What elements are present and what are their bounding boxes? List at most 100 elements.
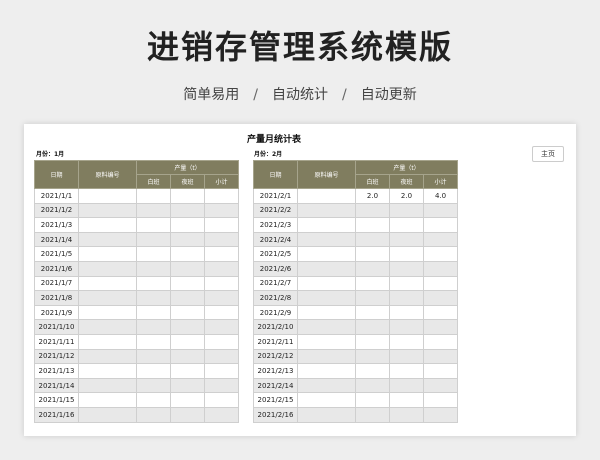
day-shift-cell[interactable] bbox=[136, 290, 171, 306]
material-code-cell[interactable] bbox=[78, 348, 137, 365]
subtotal-cell[interactable] bbox=[203, 304, 240, 321]
date-cell[interactable]: 2021/1/8 bbox=[34, 290, 79, 306]
night-shift-cell[interactable] bbox=[389, 260, 424, 277]
day-shift-cell[interactable] bbox=[355, 348, 390, 365]
day-shift-cell[interactable] bbox=[136, 377, 171, 394]
material-code-cell[interactable] bbox=[297, 188, 356, 204]
material-code-cell[interactable] bbox=[297, 260, 356, 277]
subtotal-cell[interactable] bbox=[203, 275, 240, 292]
date-cell[interactable]: 2021/1/10 bbox=[34, 319, 79, 335]
day-shift-cell[interactable] bbox=[136, 392, 171, 408]
subtotal-cell[interactable] bbox=[203, 406, 240, 423]
day-shift-cell[interactable] bbox=[136, 202, 171, 219]
material-code-cell[interactable] bbox=[297, 202, 356, 219]
subtotal-cell[interactable] bbox=[422, 333, 459, 350]
date-cell[interactable]: 2021/2/14 bbox=[253, 377, 298, 394]
night-shift-cell[interactable] bbox=[389, 304, 424, 321]
night-shift-cell[interactable] bbox=[389, 319, 424, 335]
day-shift-cell[interactable] bbox=[355, 260, 390, 277]
night-shift-cell[interactable] bbox=[389, 333, 424, 350]
date-cell[interactable]: 2021/1/3 bbox=[34, 217, 79, 233]
material-code-cell[interactable] bbox=[78, 231, 137, 248]
material-code-cell[interactable] bbox=[78, 304, 137, 321]
subtotal-cell[interactable] bbox=[203, 392, 240, 408]
day-shift-cell[interactable] bbox=[136, 260, 171, 277]
material-code-cell[interactable] bbox=[297, 333, 356, 350]
material-code-cell[interactable] bbox=[297, 348, 356, 365]
material-code-cell[interactable] bbox=[297, 217, 356, 233]
material-code-cell[interactable] bbox=[78, 392, 137, 408]
material-code-cell[interactable] bbox=[78, 275, 137, 292]
day-shift-cell[interactable] bbox=[355, 202, 390, 219]
night-shift-cell[interactable] bbox=[170, 231, 205, 248]
night-shift-cell[interactable] bbox=[170, 290, 205, 306]
night-shift-cell[interactable] bbox=[389, 246, 424, 262]
material-code-cell[interactable] bbox=[297, 231, 356, 248]
material-code-cell[interactable] bbox=[78, 290, 137, 306]
night-shift-cell[interactable] bbox=[170, 202, 205, 219]
subtotal-cell[interactable] bbox=[422, 304, 459, 321]
date-cell[interactable]: 2021/1/4 bbox=[34, 231, 79, 248]
subtotal-cell[interactable] bbox=[422, 246, 459, 262]
day-shift-cell[interactable] bbox=[136, 231, 171, 248]
subtotal-cell[interactable] bbox=[203, 202, 240, 219]
day-shift-cell[interactable] bbox=[136, 406, 171, 423]
date-cell[interactable]: 2021/2/3 bbox=[253, 217, 298, 233]
subtotal-cell[interactable] bbox=[422, 348, 459, 365]
subtotal-cell[interactable] bbox=[203, 348, 240, 365]
subtotal-cell[interactable] bbox=[203, 231, 240, 248]
subtotal-cell[interactable] bbox=[203, 377, 240, 394]
date-cell[interactable]: 2021/1/16 bbox=[34, 406, 79, 423]
night-shift-cell[interactable] bbox=[170, 217, 205, 233]
material-code-cell[interactable] bbox=[78, 217, 137, 233]
date-cell[interactable]: 2021/1/12 bbox=[34, 348, 79, 365]
subtotal-cell[interactable] bbox=[203, 246, 240, 262]
subtotal-cell[interactable] bbox=[203, 217, 240, 233]
day-shift-cell[interactable] bbox=[355, 217, 390, 233]
day-shift-cell[interactable] bbox=[355, 363, 390, 379]
night-shift-cell[interactable]: 2.0 bbox=[389, 188, 424, 204]
night-shift-cell[interactable] bbox=[389, 406, 424, 423]
day-shift-cell[interactable] bbox=[136, 188, 171, 204]
night-shift-cell[interactable] bbox=[170, 392, 205, 408]
night-shift-cell[interactable] bbox=[389, 202, 424, 219]
subtotal-cell[interactable] bbox=[422, 202, 459, 219]
subtotal-cell[interactable] bbox=[422, 275, 459, 292]
date-cell[interactable]: 2021/2/1 bbox=[253, 188, 298, 204]
night-shift-cell[interactable] bbox=[170, 304, 205, 321]
date-cell[interactable]: 2021/1/2 bbox=[34, 202, 79, 219]
day-shift-cell[interactable] bbox=[355, 319, 390, 335]
subtotal-cell[interactable] bbox=[422, 217, 459, 233]
date-cell[interactable]: 2021/2/10 bbox=[253, 319, 298, 335]
night-shift-cell[interactable] bbox=[389, 377, 424, 394]
material-code-cell[interactable] bbox=[78, 260, 137, 277]
material-code-cell[interactable] bbox=[78, 363, 137, 379]
subtotal-cell[interactable] bbox=[422, 290, 459, 306]
date-cell[interactable]: 2021/2/4 bbox=[253, 231, 298, 248]
subtotal-cell[interactable] bbox=[422, 363, 459, 379]
day-shift-cell[interactable] bbox=[355, 275, 390, 292]
night-shift-cell[interactable] bbox=[389, 290, 424, 306]
material-code-cell[interactable] bbox=[297, 304, 356, 321]
subtotal-cell[interactable] bbox=[203, 363, 240, 379]
date-cell[interactable]: 2021/2/12 bbox=[253, 348, 298, 365]
day-shift-cell[interactable] bbox=[136, 275, 171, 292]
day-shift-cell[interactable] bbox=[136, 304, 171, 321]
material-code-cell[interactable] bbox=[297, 246, 356, 262]
night-shift-cell[interactable] bbox=[170, 275, 205, 292]
day-shift-cell[interactable] bbox=[355, 231, 390, 248]
day-shift-cell[interactable] bbox=[136, 319, 171, 335]
material-code-cell[interactable] bbox=[297, 392, 356, 408]
day-shift-cell[interactable] bbox=[355, 246, 390, 262]
day-shift-cell[interactable] bbox=[136, 348, 171, 365]
date-cell[interactable]: 2021/2/6 bbox=[253, 260, 298, 277]
material-code-cell[interactable] bbox=[78, 188, 137, 204]
date-cell[interactable]: 2021/1/14 bbox=[34, 377, 79, 394]
date-cell[interactable]: 2021/1/9 bbox=[34, 304, 79, 321]
date-cell[interactable]: 2021/2/11 bbox=[253, 333, 298, 350]
date-cell[interactable]: 2021/1/13 bbox=[34, 363, 79, 379]
date-cell[interactable]: 2021/1/1 bbox=[34, 188, 79, 204]
night-shift-cell[interactable] bbox=[170, 377, 205, 394]
day-shift-cell[interactable] bbox=[136, 246, 171, 262]
material-code-cell[interactable] bbox=[297, 406, 356, 423]
